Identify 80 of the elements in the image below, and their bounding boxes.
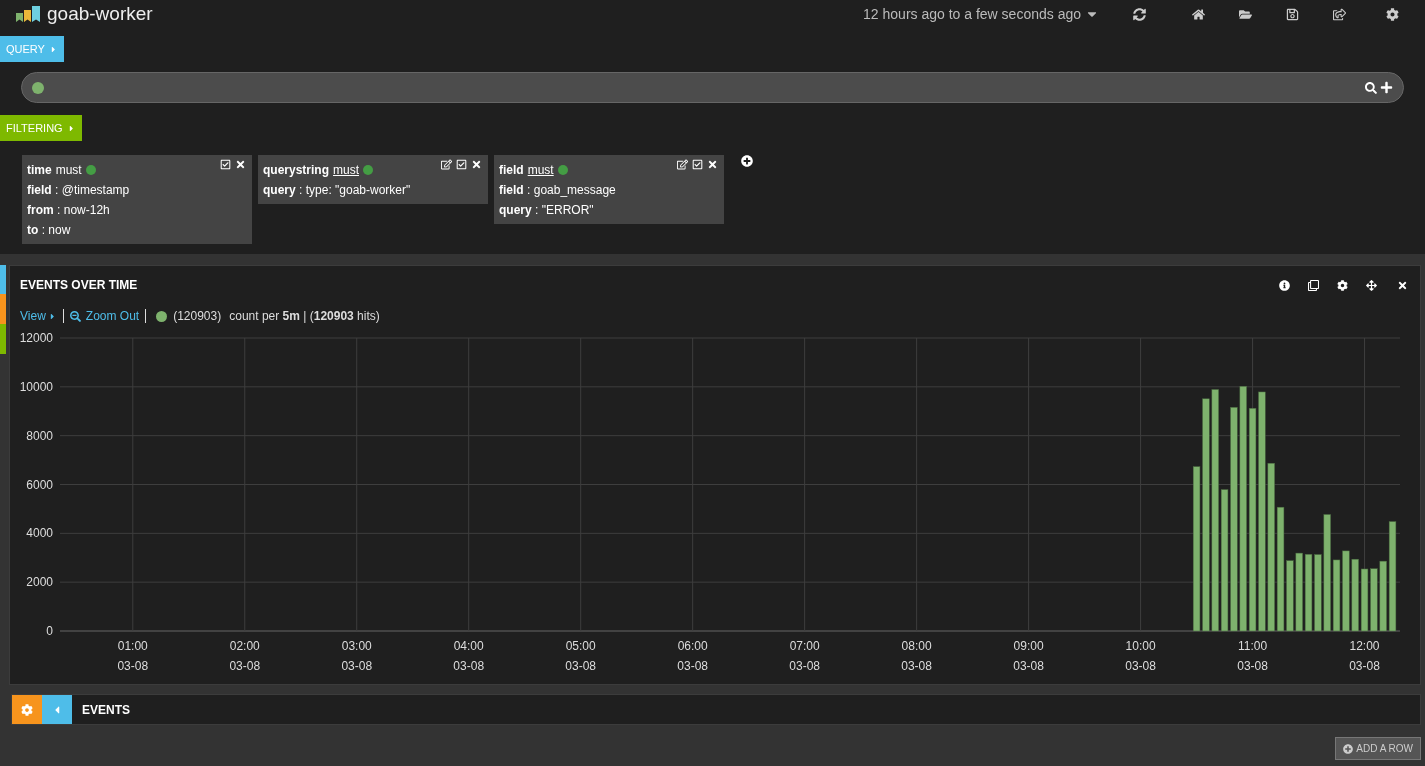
checkbox-icon[interactable] bbox=[220, 159, 231, 170]
x-axis-date-label: 03-08 bbox=[677, 659, 709, 673]
view-menu[interactable]: View bbox=[20, 307, 57, 325]
edit-icon[interactable] bbox=[441, 159, 452, 170]
x-axis-label: 10:00 bbox=[1125, 639, 1156, 653]
x-axis-date-label: 03-08 bbox=[565, 659, 597, 673]
save-icon[interactable] bbox=[1286, 7, 1299, 21]
x-axis-date-label: 03-08 bbox=[453, 659, 485, 673]
filter-type: querystring bbox=[263, 162, 329, 179]
filter-row-text: query : type: "goab-worker" bbox=[263, 182, 412, 199]
y-axis-label: 4000 bbox=[26, 526, 53, 541]
y-axis-label: 0 bbox=[46, 624, 53, 638]
filter-row-text: field : @timestamp bbox=[27, 182, 131, 199]
refresh-icon[interactable] bbox=[1133, 7, 1146, 21]
filter-mode[interactable]: must bbox=[527, 161, 554, 179]
add-filter-icon[interactable] bbox=[741, 155, 753, 167]
close-icon[interactable] bbox=[471, 159, 482, 170]
panel-title: EVENTS OVER TIME bbox=[20, 277, 138, 294]
x-axis-label: 05:00 bbox=[565, 639, 596, 653]
query-input-field[interactable] bbox=[21, 72, 1404, 103]
home-icon[interactable] bbox=[1192, 7, 1205, 21]
x-axis-date-label: 03-08 bbox=[1237, 659, 1268, 673]
x-axis-label: 02:00 bbox=[229, 639, 260, 653]
x-axis-label: 08:00 bbox=[901, 639, 932, 653]
x-axis-date-label: 03-08 bbox=[1125, 659, 1156, 673]
filter-type: time bbox=[27, 162, 52, 179]
x-axis-label: 07:00 bbox=[789, 639, 820, 653]
x-axis-label: 12:00 bbox=[1349, 639, 1380, 653]
x-axis-date-label: 03-08 bbox=[1349, 659, 1380, 673]
x-axis-label: 01:00 bbox=[117, 639, 148, 653]
x-axis-label: 06:00 bbox=[677, 639, 708, 653]
filter-mode: must bbox=[55, 162, 82, 179]
filter-mode[interactable]: must bbox=[333, 161, 360, 179]
logo-icon bbox=[16, 6, 41, 22]
y-axis-label: 10000 bbox=[19, 379, 53, 394]
dashboard-title: goab-worker bbox=[47, 1, 153, 26]
filter-row-text: query : "ERROR" bbox=[499, 202, 595, 219]
y-axis-label: 6000 bbox=[26, 477, 53, 492]
x-axis-label: 11:00 bbox=[1238, 639, 1268, 653]
y-axis-label: 2000 bbox=[26, 575, 53, 590]
filter-row-text: from : now-12h bbox=[27, 202, 111, 219]
zoom-out-link[interactable]: Zoom Out bbox=[69, 307, 140, 325]
x-axis-date-label: 03-08 bbox=[229, 659, 261, 673]
folder-icon[interactable] bbox=[1239, 7, 1252, 21]
close-icon[interactable] bbox=[707, 159, 718, 170]
time-range-picker[interactable]: 12 hours ago to a few seconds ago bbox=[863, 3, 1099, 25]
zoom-out-icon bbox=[69, 310, 81, 322]
settings-icon[interactable] bbox=[1386, 7, 1399, 21]
filter-row-text: field : goab_message bbox=[499, 182, 617, 199]
histogram-bar bbox=[1360, 568, 1369, 632]
x-axis-date-label: 03-08 bbox=[789, 659, 820, 673]
add-row-button[interactable]: ADD A ROW bbox=[1335, 737, 1421, 760]
x-axis-label: 09:00 bbox=[1013, 639, 1044, 653]
share-icon[interactable] bbox=[1333, 7, 1346, 21]
x-axis-date-label: 03-08 bbox=[117, 659, 149, 673]
filter-row-text: to : now bbox=[27, 222, 72, 239]
filter-type: field bbox=[499, 162, 524, 179]
x-axis-date-label: 03-08 bbox=[1013, 659, 1044, 673]
x-axis-date-label: 03-08 bbox=[341, 659, 373, 673]
edit-icon[interactable] bbox=[677, 159, 688, 170]
x-axis-date-label: 03-08 bbox=[901, 659, 932, 673]
legend-count: (120903) bbox=[173, 308, 222, 325]
close-icon[interactable] bbox=[235, 159, 246, 170]
legend-summary: count per 5m | (120903 hits) bbox=[229, 308, 380, 325]
settings-icon bbox=[21, 703, 33, 716]
settings-icon[interactable] bbox=[1337, 279, 1348, 291]
info-icon[interactable] bbox=[1279, 279, 1290, 291]
duplicate-icon[interactable] bbox=[1308, 279, 1319, 291]
add-query-icon[interactable] bbox=[1380, 81, 1393, 94]
row-title: EVENTS bbox=[82, 701, 130, 719]
close-icon[interactable] bbox=[1397, 279, 1408, 291]
search-icon[interactable] bbox=[1365, 81, 1377, 94]
move-icon[interactable] bbox=[1366, 279, 1377, 291]
y-axis-label: 8000 bbox=[26, 428, 53, 443]
checkbox-icon[interactable] bbox=[456, 159, 467, 170]
add-icon bbox=[1343, 743, 1354, 754]
y-axis-label: 12000 bbox=[19, 331, 53, 345]
x-axis-label: 03:00 bbox=[341, 639, 372, 653]
x-axis-label: 04:00 bbox=[453, 639, 484, 653]
checkbox-icon[interactable] bbox=[692, 159, 703, 170]
